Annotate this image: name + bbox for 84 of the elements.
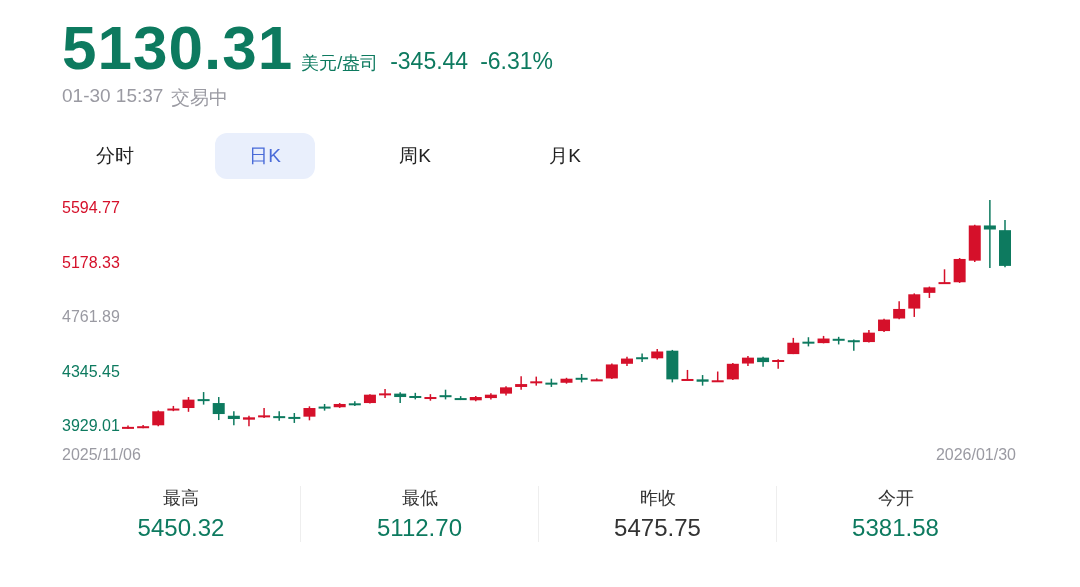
- candlestick: [893, 300, 906, 321]
- stat-value: 5112.70: [377, 514, 462, 542]
- candlestick: [938, 268, 951, 285]
- candlestick: [772, 358, 785, 370]
- price-change: -345.44: [390, 48, 469, 75]
- candlestick: [741, 355, 754, 367]
- candlestick: [621, 355, 633, 367]
- period-tab[interactable]: 月K: [515, 133, 615, 179]
- candlestick: [197, 391, 210, 406]
- stat-label: 最高: [163, 487, 199, 510]
- candlestick: [348, 400, 361, 407]
- y-axis-label: 4345.45: [62, 362, 120, 380]
- price: 5130.31: [62, 12, 294, 83]
- candlestick: [726, 362, 739, 381]
- candlestick: [409, 392, 422, 401]
- candlestick: [363, 393, 376, 405]
- candlestick: [999, 219, 1011, 268]
- candlestick: [454, 395, 467, 401]
- candlestick: [379, 388, 392, 399]
- percent-change: -6.31%: [480, 48, 554, 75]
- candlestick: [484, 392, 497, 401]
- y-axis-label: 4761.89: [62, 308, 120, 326]
- candlestick: [983, 199, 996, 269]
- y-axis-label: 3929.01: [62, 417, 120, 435]
- candlestick: [878, 317, 891, 333]
- candlestick: [666, 349, 679, 384]
- candlestick: [832, 336, 845, 346]
- candlestick: [333, 402, 346, 409]
- candlestick: [152, 409, 165, 427]
- candlestick: [696, 374, 709, 387]
- period-tab[interactable]: 日K: [215, 133, 315, 179]
- stat-value: 5381.58: [852, 514, 939, 542]
- period-tab[interactable]: 周K: [365, 133, 465, 179]
- candlestick: [439, 388, 452, 401]
- candlestick: [590, 377, 603, 382]
- candlestick: [242, 415, 255, 427]
- trading-status: 交易中: [171, 86, 229, 110]
- candlestick: [575, 373, 588, 384]
- candlestick: [182, 396, 195, 413]
- candlestick: [953, 257, 966, 284]
- y-axis-label: 5594.77: [62, 199, 120, 217]
- candlestick: [137, 424, 150, 429]
- stat-label: 今开: [877, 487, 914, 510]
- y-axis-label: 5178.33: [62, 253, 120, 271]
- candlestick: [923, 285, 936, 299]
- candlestick: [862, 329, 875, 344]
- candlestick: [318, 403, 331, 412]
- unit-label: 美元/盎司: [301, 52, 379, 75]
- candlestick: [227, 410, 240, 427]
- candlestick: [273, 410, 286, 422]
- candlestick: [500, 385, 512, 397]
- candlestick: [303, 405, 316, 422]
- candlestick: [847, 338, 860, 352]
- candlestick: [757, 355, 770, 368]
- candlestick: [968, 223, 981, 263]
- stat-value: 5475.75: [614, 514, 701, 542]
- candlestick: [605, 362, 618, 380]
- candlestick: [258, 407, 271, 419]
- candlestick: [469, 395, 482, 403]
- date-label: 2025/11/06: [62, 446, 141, 464]
- stat-label: 最低: [401, 487, 438, 510]
- timestamp: 01-30 15:37: [62, 85, 164, 108]
- candlestick: [394, 391, 407, 404]
- candlestick: [681, 369, 694, 382]
- candlestick: [167, 405, 180, 412]
- candlestick: [787, 337, 800, 355]
- candlestick: [288, 412, 301, 424]
- stat-value: 5450.32: [137, 514, 225, 542]
- candlestick: [515, 375, 528, 391]
- candlestick: [545, 377, 558, 388]
- stat-label: 昨收: [639, 487, 676, 510]
- candlestick: [122, 424, 134, 430]
- candlestick: [636, 352, 649, 363]
- candlestick: [817, 335, 830, 345]
- candlestick: [424, 393, 437, 402]
- candlestick: [802, 336, 815, 348]
- candlestick: [651, 348, 664, 361]
- candlestick: [711, 370, 724, 383]
- candlestick: [560, 377, 573, 385]
- candlestick: [530, 375, 543, 387]
- period-tab[interactable]: 分时: [65, 133, 165, 179]
- candlestick: [908, 292, 921, 318]
- date-label: 2026/01/30: [935, 446, 1016, 464]
- candlestick: [212, 396, 225, 421]
